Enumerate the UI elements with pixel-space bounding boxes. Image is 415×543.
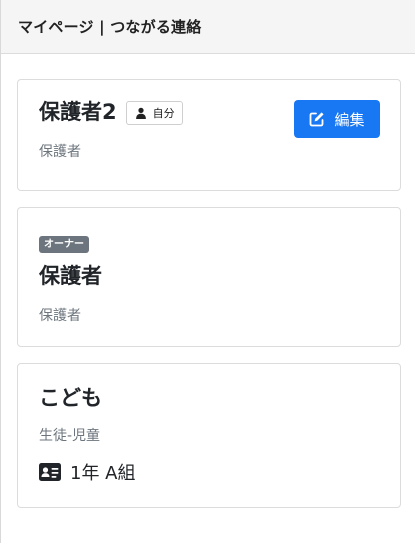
id-card-icon	[39, 463, 61, 482]
edit-icon	[310, 112, 325, 127]
class-label: 1年 A組	[70, 463, 136, 485]
person-icon	[135, 107, 146, 119]
edit-button[interactable]: 編集	[294, 100, 380, 138]
self-badge: 自分	[125, 100, 183, 125]
member-card-owner: オーナー 保護者 保護者	[17, 207, 401, 347]
class-row: 1年 A組	[39, 459, 380, 485]
member-role: 保護者	[39, 144, 81, 161]
page-title: マイページ | つながる連絡	[18, 18, 202, 36]
member-role: 生徒-児童	[39, 428, 101, 445]
member-name: 保護者2	[39, 100, 117, 124]
member-role: 保護者	[39, 308, 81, 325]
member-list: 保護者2 自分 保護者 編集 オーナー 保護者 保護者 こども 生徒-児童 1年…	[1, 54, 415, 508]
member-card-child: こども 生徒-児童 1年 A組	[17, 363, 401, 508]
self-badge-label: 自分	[152, 106, 175, 120]
member-name: こども	[39, 386, 102, 410]
page-header: マイページ | つながる連絡	[1, 0, 415, 54]
member-card-self: 保護者2 自分 保護者 編集	[17, 79, 401, 191]
member-name: 保護者	[39, 264, 102, 288]
edit-button-label: 編集	[334, 110, 365, 129]
owner-badge: オーナー	[39, 236, 89, 253]
